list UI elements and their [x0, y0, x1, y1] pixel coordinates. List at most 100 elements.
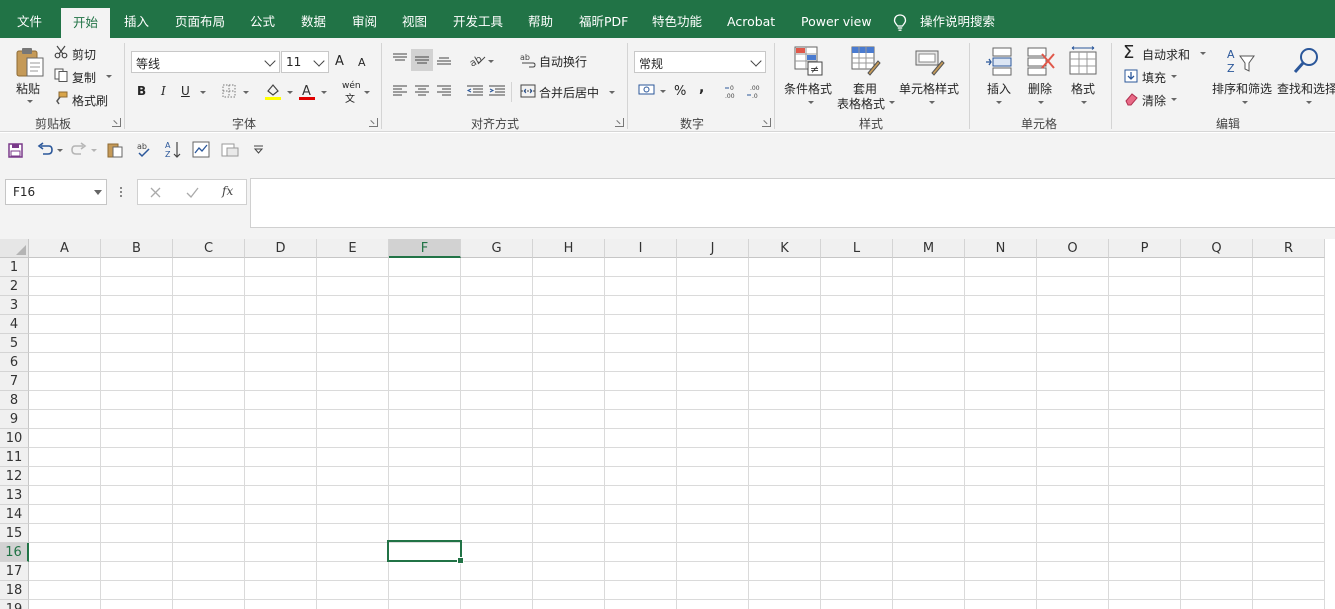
cell-q5[interactable] — [1181, 334, 1253, 353]
cell-i1[interactable] — [605, 258, 677, 277]
font-name-select[interactable]: 等线 — [131, 51, 280, 73]
cell-e13[interactable] — [317, 486, 389, 505]
column-header-k[interactable]: K — [749, 239, 821, 258]
cell-p11[interactable] — [1109, 448, 1181, 467]
merge-dropdown-arrow[interactable] — [609, 91, 615, 94]
cell-r9[interactable] — [1253, 410, 1325, 429]
cell-h9[interactable] — [533, 410, 605, 429]
conditional-formatting-button[interactable]: 条件格式 — [784, 80, 832, 97]
cell-p12[interactable] — [1109, 467, 1181, 486]
insert-dropdown-arrow[interactable] — [996, 101, 1002, 104]
wrap-text-button[interactable]: 自动换行 — [539, 53, 587, 70]
accounting-dropdown-arrow[interactable] — [660, 90, 666, 93]
fill-dropdown-arrow[interactable] — [1171, 75, 1177, 78]
cell-a16[interactable] — [29, 543, 101, 562]
cell-j8[interactable] — [677, 391, 749, 410]
cell-h7[interactable] — [533, 372, 605, 391]
format-dropdown-arrow[interactable] — [1081, 101, 1087, 104]
cell-h16[interactable] — [533, 543, 605, 562]
cell-q13[interactable] — [1181, 486, 1253, 505]
cell-k9[interactable] — [749, 410, 821, 429]
cell-e2[interactable] — [317, 277, 389, 296]
cell-n19[interactable] — [965, 600, 1037, 609]
cell-f16[interactable] — [389, 543, 461, 562]
cell-g17[interactable] — [461, 562, 533, 581]
borders-dropdown-arrow[interactable] — [243, 91, 249, 94]
cell-l8[interactable] — [821, 391, 893, 410]
delete-dropdown-arrow[interactable] — [1038, 101, 1044, 104]
cell-c11[interactable] — [173, 448, 245, 467]
cell-e9[interactable] — [317, 410, 389, 429]
cell-g7[interactable] — [461, 372, 533, 391]
cell-j11[interactable] — [677, 448, 749, 467]
tab-page-layout[interactable]: 页面布局 — [175, 0, 225, 38]
row-header-5[interactable]: 5 — [0, 334, 29, 353]
cell-k2[interactable] — [749, 277, 821, 296]
cell-e8[interactable] — [317, 391, 389, 410]
formula-bar-splitter[interactable] — [120, 187, 122, 197]
cell-c4[interactable] — [173, 315, 245, 334]
cell-b19[interactable] — [101, 600, 173, 609]
row-header-3[interactable]: 3 — [0, 296, 29, 315]
tab-home[interactable]: 开始 — [61, 8, 111, 38]
cell-j10[interactable] — [677, 429, 749, 448]
cell-r19[interactable] — [1253, 600, 1325, 609]
cell-g9[interactable] — [461, 410, 533, 429]
tab-developer[interactable]: 开发工具 — [453, 0, 503, 38]
cell-i14[interactable] — [605, 505, 677, 524]
cell-c8[interactable] — [173, 391, 245, 410]
cell-c17[interactable] — [173, 562, 245, 581]
column-header-e[interactable]: E — [317, 239, 389, 258]
cell-d6[interactable] — [245, 353, 317, 372]
clear-button[interactable]: 清除 — [1142, 92, 1166, 109]
cell-r10[interactable] — [1253, 429, 1325, 448]
cell-j14[interactable] — [677, 505, 749, 524]
column-header-r[interactable]: R — [1253, 239, 1325, 258]
cell-h13[interactable] — [533, 486, 605, 505]
cell-c18[interactable] — [173, 581, 245, 600]
column-header-d[interactable]: D — [245, 239, 317, 258]
merge-center-button[interactable]: 合并后居中 — [539, 84, 599, 101]
cell-r13[interactable] — [1253, 486, 1325, 505]
cell-e1[interactable] — [317, 258, 389, 277]
cell-h14[interactable] — [533, 505, 605, 524]
font-color-dropdown-arrow[interactable] — [321, 91, 327, 94]
cell-l19[interactable] — [821, 600, 893, 609]
cell-b2[interactable] — [101, 277, 173, 296]
cell-f4[interactable] — [389, 315, 461, 334]
sort-filter-dropdown-arrow[interactable] — [1242, 101, 1248, 104]
cell-o12[interactable] — [1037, 467, 1109, 486]
cell-q7[interactable] — [1181, 372, 1253, 391]
cell-b3[interactable] — [101, 296, 173, 315]
cell-j15[interactable] — [677, 524, 749, 543]
tab-data[interactable]: 数据 — [301, 0, 326, 38]
fill-color-dropdown-arrow[interactable] — [287, 91, 293, 94]
cell-q14[interactable] — [1181, 505, 1253, 524]
cell-k15[interactable] — [749, 524, 821, 543]
cell-l12[interactable] — [821, 467, 893, 486]
cell-c5[interactable] — [173, 334, 245, 353]
cell-c3[interactable] — [173, 296, 245, 315]
paste-icon[interactable] — [14, 46, 46, 78]
cell-g18[interactable] — [461, 581, 533, 600]
cell-a6[interactable] — [29, 353, 101, 372]
cell-g3[interactable] — [461, 296, 533, 315]
cell-o11[interactable] — [1037, 448, 1109, 467]
cell-f19[interactable] — [389, 600, 461, 609]
cell-r12[interactable] — [1253, 467, 1325, 486]
cell-m9[interactable] — [893, 410, 965, 429]
cell-m1[interactable] — [893, 258, 965, 277]
row-header-4[interactable]: 4 — [0, 315, 29, 334]
cell-m19[interactable] — [893, 600, 965, 609]
bold-button[interactable]: B — [137, 84, 146, 98]
tab-formulas[interactable]: 公式 — [250, 0, 275, 38]
cell-h17[interactable] — [533, 562, 605, 581]
cell-a19[interactable] — [29, 600, 101, 609]
cell-n9[interactable] — [965, 410, 1037, 429]
cell-b18[interactable] — [101, 581, 173, 600]
cell-i4[interactable] — [605, 315, 677, 334]
cell-l14[interactable] — [821, 505, 893, 524]
worksheet-grid[interactable]: ABCDEFGHIJKLMNOPQR 1 2 3 4 5 6 7 8 9 10 11 12 13 14 15… — [0, 239, 1335, 609]
cell-n5[interactable] — [965, 334, 1037, 353]
alignment-dialog-launcher[interactable] — [615, 118, 624, 127]
